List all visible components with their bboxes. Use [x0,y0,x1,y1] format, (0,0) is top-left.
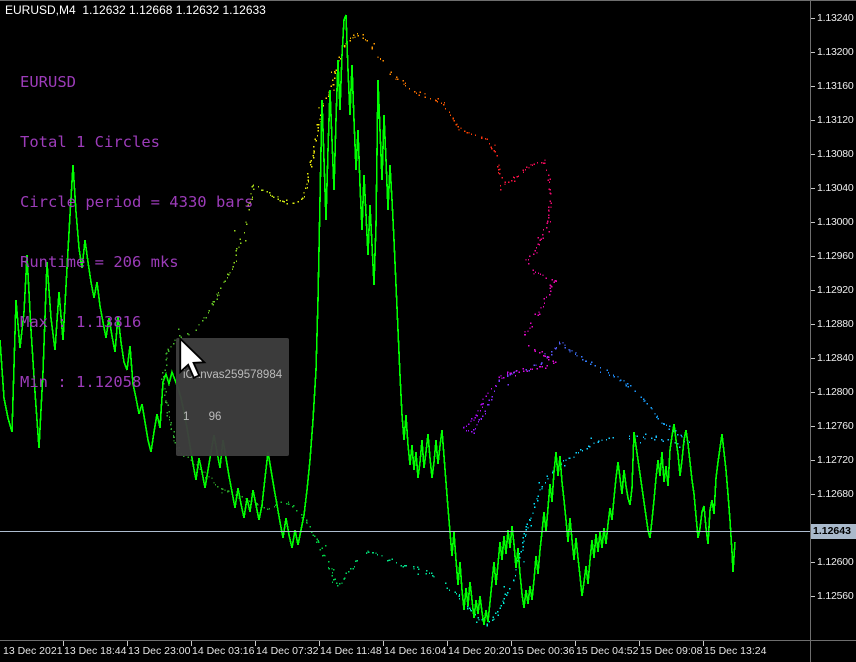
mouse-cursor-icon [176,336,210,384]
price-axis-label: 1.13000 [817,216,854,228]
price-axis-label: 1.12960 [817,250,854,262]
current-price-badge: 1.12643 [811,524,856,539]
time-axis-label: 14 Dec 16:04 [384,645,446,657]
time-axis-label: 15 Dec 04:52 [576,645,638,657]
time-axis-label: 13 Dec 18:44 [64,645,126,657]
time-axis-label: 15 Dec 13:24 [704,645,766,657]
price-axis-label: 1.13080 [817,148,854,160]
time-axis-label: 14 Dec 20:20 [448,645,510,657]
comment-line-symbol: EURUSD [20,72,253,92]
time-axis-label: 15 Dec 00:36 [512,645,574,657]
time-axis-label: 13 Dec 2021 [3,645,63,657]
price-axis-label: 1.13240 [817,12,854,24]
time-axis-label: 14 Dec 07:32 [256,645,318,657]
price-axis-label: 1.12800 [817,386,854,398]
chart-symbol-title: EURUSD,M4 1.12632 1.12668 1.12632 1.1263… [5,3,266,17]
price-axis-label: 1.12760 [817,420,854,432]
price-axis-label: 1.12560 [817,590,854,602]
mt4-chart-window: EURUSD,M4 1.12632 1.12668 1.12632 1.1263… [0,0,856,662]
price-axis-label: 1.13040 [817,182,854,194]
price-axis-label: 1.12600 [817,556,854,568]
price-axis-label: 1.12840 [817,352,854,364]
price-axis-label: 1.12720 [817,454,854,466]
comment-line-runtime: Runtime = 206 mks [20,252,253,272]
comment-line-total: Total 1 Circles [20,132,253,152]
time-axis-label: 14 Dec 03:16 [192,645,254,657]
price-axis-label: 1.13200 [817,46,854,58]
time-axis-label: 15 Dec 09:08 [640,645,702,657]
price-axis-label: 1.13120 [817,114,854,126]
tooltip-object-value: 1 96 [183,410,282,424]
time-axis-label: 13 Dec 23:00 [128,645,190,657]
price-axis-label: 1.12880 [817,318,854,330]
time-axis-label: 14 Dec 11:48 [320,645,382,657]
price-axis-label: 1.13160 [817,80,854,92]
price-axis-label: 1.12680 [817,488,854,500]
comment-line-max: Max : 1.13816 [20,312,253,332]
price-axis-label: 1.12920 [817,284,854,296]
comment-line-period: Circle period = 4330 bars [20,192,253,212]
